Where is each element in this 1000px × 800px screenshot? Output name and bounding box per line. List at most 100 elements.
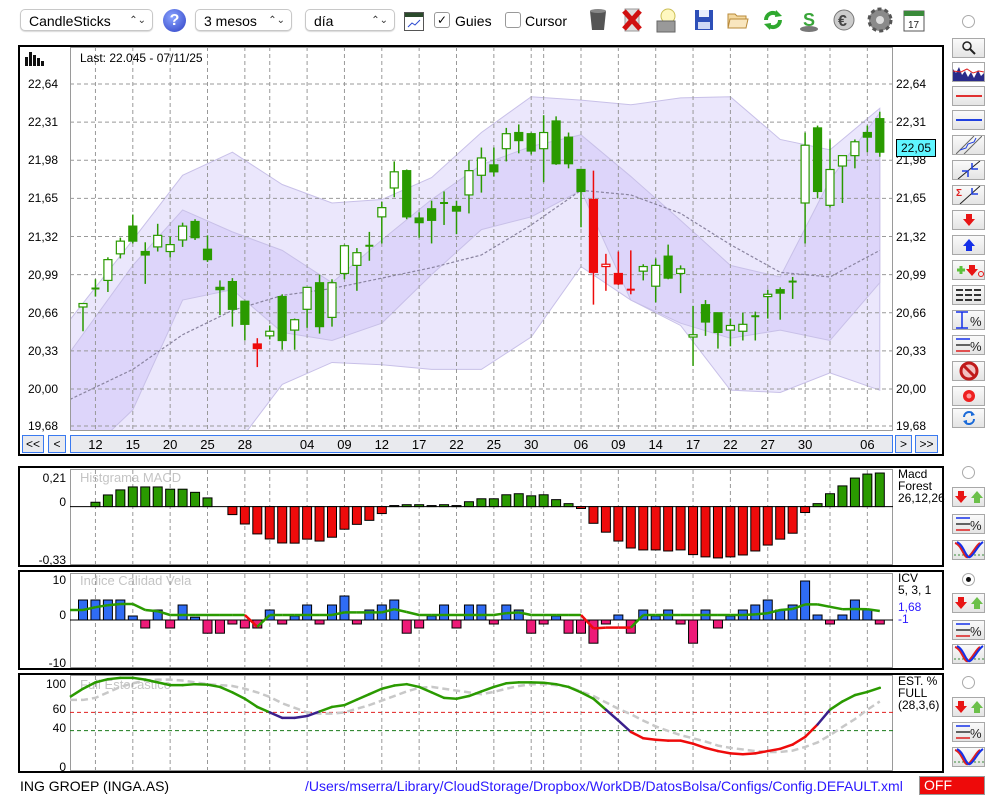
date-axis-label: 22	[723, 437, 738, 452]
date-axis-label: 04	[299, 437, 315, 452]
blue-hline-button[interactable]	[952, 110, 985, 130]
red-down-arrow-icon	[962, 214, 975, 226]
open-folder-icon[interactable]	[726, 7, 750, 33]
stochastic-signals-button[interactable]	[952, 697, 985, 717]
refresh-icon[interactable]	[761, 7, 785, 33]
nav-next-button[interactable]: >	[895, 435, 912, 453]
icv-ytick: -10	[48, 656, 66, 670]
guides-label: Guies	[455, 13, 492, 29]
date-axis-label: 25	[486, 437, 502, 452]
nav-prev-button[interactable]: <	[48, 435, 66, 453]
percent-lines-button[interactable]: %	[952, 335, 985, 355]
main-plot-area[interactable]	[70, 47, 893, 431]
price-axis-label: 20,66	[27, 305, 58, 320]
record-button[interactable]	[952, 386, 985, 406]
macd-signals-button[interactable]	[952, 487, 985, 507]
down-up-arrows-icon	[954, 491, 983, 503]
range-percent-button[interactable]: %	[952, 310, 985, 330]
overview-chart-button[interactable]	[952, 62, 985, 82]
channel-button[interactable]	[952, 135, 985, 155]
trendline-button[interactable]	[952, 160, 985, 180]
volume-bars-icon[interactable]	[25, 52, 45, 69]
chart-type-select[interactable]: CandleSticks ⌃⌄	[20, 9, 153, 31]
stoch-ytick: 100	[45, 677, 66, 691]
period-value: 3 mesos	[204, 13, 257, 29]
trash-icon[interactable]	[586, 7, 610, 33]
price-axis-label: 20,99	[896, 267, 927, 282]
price-axis-label: 20,99	[27, 267, 58, 282]
currency-s-icon[interactable]: S	[797, 7, 821, 33]
stochastic-panel-radio[interactable]	[962, 676, 975, 689]
chart-window-icon[interactable]	[404, 12, 424, 31]
channel-icon	[955, 136, 982, 154]
date-axis-label: 06	[573, 437, 589, 452]
stoch-ytick: 60	[52, 702, 66, 716]
price-axis-label: 20,66	[896, 305, 927, 320]
svg-text:%: %	[970, 726, 982, 741]
swap-button[interactable]	[952, 408, 985, 428]
icv-legend-line: 5, 3, 1	[898, 583, 932, 597]
cancel-button[interactable]	[952, 361, 985, 381]
price-axis-label: 19,68	[896, 418, 927, 433]
euro-icon[interactable]: €	[832, 7, 856, 33]
macd-legend-line: 26,12,26	[898, 491, 945, 505]
svg-text:%: %	[970, 339, 982, 354]
plus-arrow-circle-icon	[956, 265, 984, 277]
interval-select[interactable]: día ⌃⌄	[305, 9, 395, 31]
range-percent-icon: %	[955, 311, 982, 329]
price-axis-label: 20,00	[896, 382, 927, 397]
cursor-checkbox[interactable]	[505, 12, 521, 28]
sigma-trendline-button[interactable]: Σ	[952, 185, 985, 205]
icv-signals-button[interactable]	[952, 593, 985, 613]
main-panel-radio[interactable]	[962, 15, 975, 28]
dashed-lines-button[interactable]	[952, 285, 985, 305]
stochastic-curve-button[interactable]	[952, 747, 985, 767]
sell-signal-button[interactable]	[952, 210, 985, 230]
icv-curve-button[interactable]	[952, 644, 985, 664]
off-button[interactable]: OFF	[919, 776, 985, 795]
add-signals-button[interactable]	[952, 260, 985, 280]
delete-icon[interactable]	[620, 7, 644, 33]
save-icon[interactable]	[692, 7, 716, 33]
red-dot-icon	[962, 390, 975, 402]
price-axis-label: 22,31	[27, 115, 58, 130]
red-line-icon	[955, 95, 982, 97]
stochastic-plot-area[interactable]	[70, 675, 893, 771]
v-curve-icon	[953, 748, 984, 766]
last-price-label: Last: 22.045 - 07/11/25	[80, 51, 203, 65]
nav-first-button[interactable]: <<	[22, 435, 44, 453]
settings-gear-icon[interactable]	[866, 7, 894, 33]
macd-curve-button[interactable]	[952, 540, 985, 560]
config-path-link[interactable]: /Users/mserra/Library/CloudStorage/Dropb…	[305, 778, 903, 794]
macd-plot-area[interactable]	[70, 469, 893, 565]
svg-text:Σ: Σ	[956, 188, 962, 199]
price-axis-label: 19,68	[27, 418, 58, 433]
calendar-icon[interactable]: 17	[902, 7, 926, 33]
icv-ytick: 10	[52, 573, 66, 587]
icv-panel-radio[interactable]	[962, 573, 975, 586]
icv-plot-area[interactable]	[70, 573, 893, 668]
mini-chart-icon	[953, 67, 984, 81]
zoom-button[interactable]	[952, 38, 985, 58]
help-icon[interactable]: ?	[163, 9, 186, 32]
clear-lamp-icon[interactable]	[654, 7, 678, 33]
percent-lines-icon: %	[955, 725, 982, 741]
buy-signal-button[interactable]	[952, 235, 985, 255]
date-axis-label: 06	[860, 437, 875, 452]
v-curve-icon	[953, 541, 984, 559]
date-axis-label: 12	[374, 437, 390, 452]
nav-last-button[interactable]: >>	[915, 435, 938, 453]
guides-checkbox[interactable]: ✓	[434, 12, 450, 28]
price-axis-label: 21,32	[896, 229, 927, 244]
date-axis-label: 28	[237, 437, 253, 452]
red-hline-button[interactable]	[952, 86, 985, 106]
price-axis-label: 21,32	[27, 229, 58, 244]
icv-percent-lines-button[interactable]: %	[952, 620, 985, 640]
macd-panel-radio[interactable]	[962, 466, 975, 479]
chart-type-value: CandleSticks	[29, 13, 111, 29]
macd-title: Histgrama MACD	[80, 470, 182, 485]
macd-percent-lines-button[interactable]: %	[952, 514, 985, 534]
svg-text:%: %	[970, 624, 982, 639]
stochastic-percent-lines-button[interactable]: %	[952, 722, 985, 742]
period-select[interactable]: 3 mesos ⌃⌄	[195, 9, 292, 31]
